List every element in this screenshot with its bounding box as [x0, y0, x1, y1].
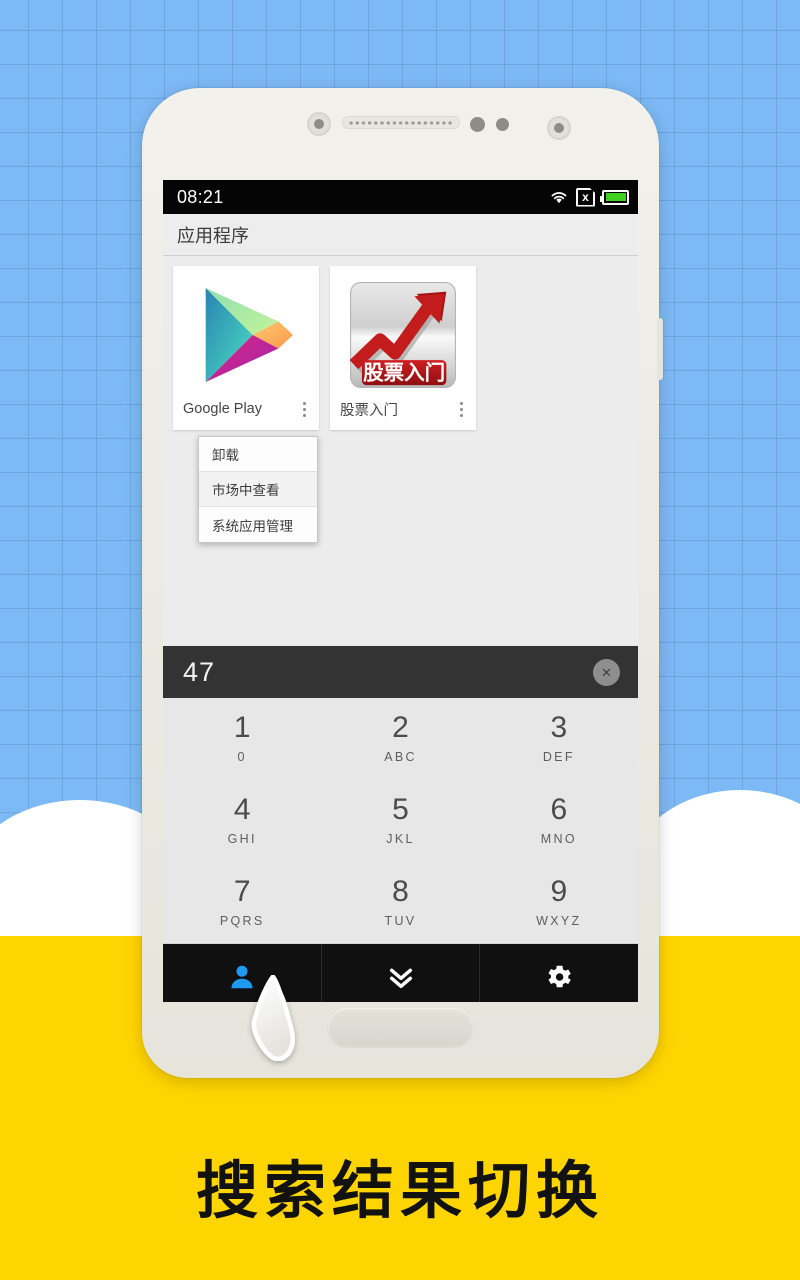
app-label: 股票入门: [340, 403, 398, 419]
key-number: 2: [392, 711, 409, 745]
bottom-nav: [163, 944, 638, 1002]
menu-item-uninstall[interactable]: 卸载: [199, 437, 317, 472]
sim-no-service-icon: x: [576, 187, 595, 207]
key-number: 7: [233, 874, 251, 908]
wifi-icon: [551, 192, 567, 204]
key-letters: TUV: [384, 913, 417, 928]
secondary-camera-icon: [547, 116, 571, 140]
key-3[interactable]: 3 DEF: [480, 698, 638, 780]
key-number: 4: [233, 792, 251, 826]
app-card-google-play[interactable]: Google Play: [173, 266, 319, 430]
key-number: 5: [392, 792, 409, 826]
key-letters: WXYZ: [536, 913, 582, 928]
key-5[interactable]: 5 JKL: [321, 780, 479, 862]
front-camera-icon: [307, 112, 331, 136]
status-time: 08:21: [177, 186, 224, 207]
key-letters: JKL: [386, 831, 415, 846]
key-letters: MNO: [540, 831, 577, 846]
app-label: Google Play: [183, 401, 262, 417]
phone-top-bezel: [142, 88, 659, 180]
stock-app-icon: 股票入门: [330, 275, 476, 395]
overflow-menu-icon[interactable]: [297, 399, 311, 419]
screenshot-stage: 08:21 x 应用程序 Google Play 股票入门 股票入门 卸载 市场…: [0, 0, 800, 1280]
status-icons: x: [549, 187, 629, 207]
status-bar: 08:21 x: [163, 180, 638, 214]
key-number: 9: [550, 874, 568, 908]
context-menu: 卸载 市场中查看 系统应用管理: [198, 436, 318, 543]
app-grid: Google Play 股票入门 股票入门: [173, 266, 638, 430]
key-7[interactable]: 7 PQRS: [163, 861, 321, 943]
phone-device: 08:21 x 应用程序 Google Play 股票入门 股票入门 卸载 市场…: [142, 88, 663, 1078]
key-2[interactable]: 2 ABC: [321, 698, 479, 780]
key-6[interactable]: 6 MNO: [480, 780, 638, 862]
key-8[interactable]: 8 TUV: [321, 861, 479, 943]
dial-input-bar[interactable]: 47 ×: [163, 646, 638, 698]
proximity-sensor-icon: [470, 117, 485, 132]
key-number: 8: [392, 874, 409, 908]
key-number: 6: [550, 792, 568, 826]
key-number: 1: [233, 711, 251, 745]
key-letters: GHI: [227, 831, 257, 846]
dial-input-value: 47: [183, 656, 216, 687]
key-letters: PQRS: [219, 913, 265, 928]
key-number: 3: [550, 711, 568, 745]
menu-item-view-in-market[interactable]: 市场中查看: [199, 472, 317, 507]
action-bar: 应用程序: [163, 214, 638, 256]
key-letters: ABC: [384, 750, 417, 765]
earpiece-speaker: [342, 116, 460, 129]
nav-item-settings[interactable]: [480, 944, 638, 1002]
key-letters: DEF: [542, 750, 575, 765]
app-card-footer: 股票入门: [330, 395, 476, 430]
overflow-menu-icon[interactable]: [454, 400, 468, 420]
apps-area: Google Play 股票入门 股票入门 卸载 市场中查看 系统应用管理: [163, 256, 638, 646]
app-card-footer: Google Play: [173, 395, 319, 429]
hand-cursor-icon: [251, 975, 295, 1061]
light-sensor-icon: [496, 118, 509, 131]
svg-text:股票入门: 股票入门: [363, 360, 445, 384]
page-title: 应用程序: [177, 225, 249, 246]
key-4[interactable]: 4 GHI: [163, 780, 321, 862]
home-button[interactable]: [328, 1008, 473, 1046]
caption-text: 搜索结果切换: [195, 1154, 604, 1227]
dial-keypad: 1 0 2 ABC 3 DEF 4 GHI 5 JKL 6 MNO 7 PQRS…: [163, 698, 638, 944]
menu-item-system-app-manage[interactable]: 系统应用管理: [199, 507, 317, 542]
key-9[interactable]: 9 WXYZ: [480, 861, 638, 943]
key-letters: 0: [237, 750, 247, 765]
battery-full-icon: [600, 189, 629, 205]
phone-screen: 08:21 x 应用程序 Google Play 股票入门 股票入门 卸载 市场…: [163, 180, 638, 1002]
google-play-icon: [173, 275, 319, 395]
app-card-stock[interactable]: 股票入门 股票入门: [330, 266, 476, 430]
nav-item-collapse[interactable]: [322, 944, 481, 1002]
clear-circle-icon[interactable]: ×: [593, 658, 620, 686]
power-button[interactable]: [657, 318, 663, 380]
key-1[interactable]: 1 0: [163, 698, 321, 780]
chevron-double-down-icon: [389, 968, 412, 989]
gear-icon: [548, 965, 571, 988]
